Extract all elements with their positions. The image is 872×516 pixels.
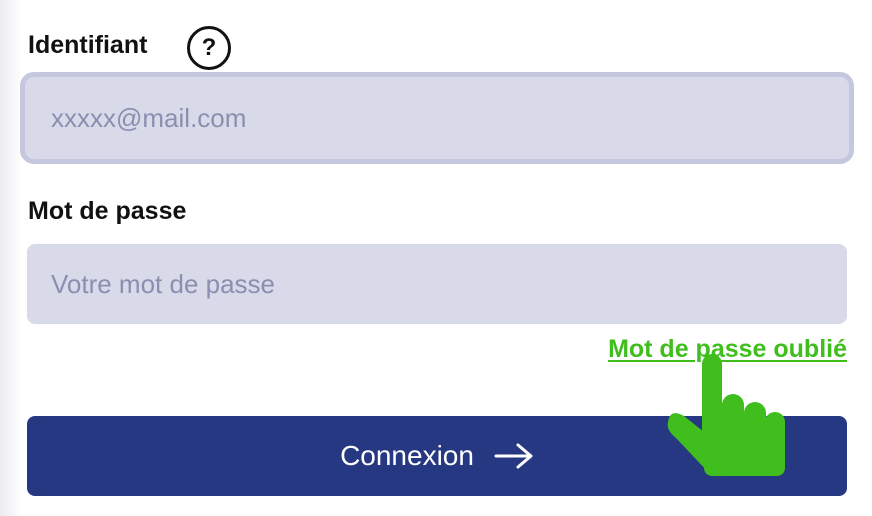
login-button-label: Connexion — [340, 440, 474, 471]
question-mark-circle-icon[interactable]: ? — [187, 26, 231, 70]
password-input[interactable] — [27, 244, 847, 324]
help-glyph: ? — [201, 34, 217, 61]
username-label: Identifiant — [28, 31, 148, 59]
forgot-password-link[interactable]: Mot de passe oublié — [608, 335, 847, 364]
arrow-right-icon — [494, 442, 534, 470]
password-label: Mot de passe — [28, 197, 187, 225]
left-edge-shadow — [0, 0, 22, 516]
login-button[interactable]: Connexion — [27, 416, 847, 496]
login-form: Identifiant ? Mot de passe Mot de passe … — [0, 0, 872, 516]
username-input[interactable] — [20, 72, 854, 164]
